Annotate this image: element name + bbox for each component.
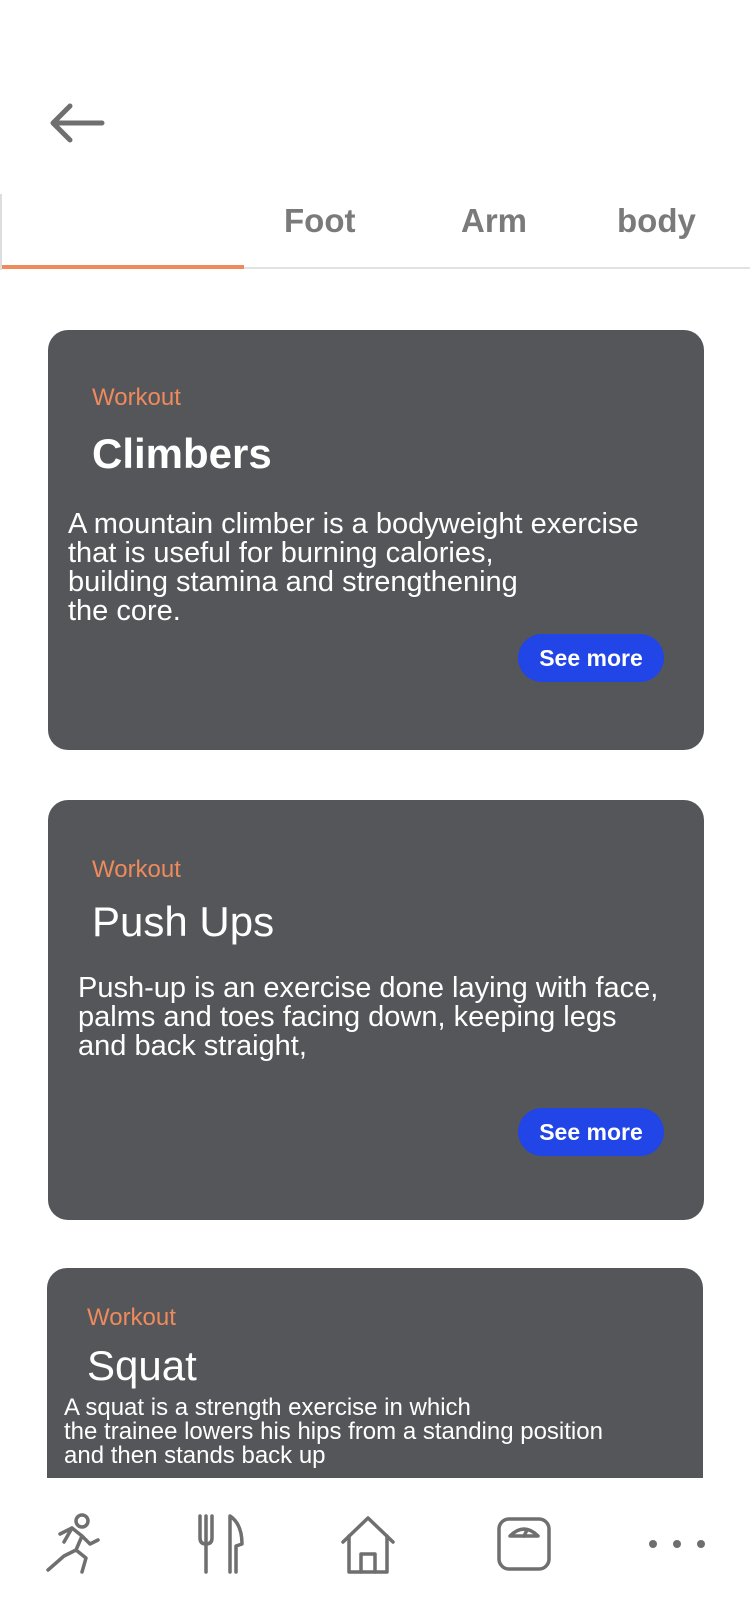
running-icon	[46, 1513, 100, 1574]
nav-workout[interactable]	[42, 1512, 102, 1576]
card-title: Climbers	[92, 430, 272, 477]
card-tag: Workout	[87, 1304, 176, 1331]
nav-food[interactable]	[196, 1512, 246, 1576]
workout-card-climbers: Workout Climbers A mountain climber is a…	[48, 330, 704, 750]
see-more-button[interactable]: See more	[518, 634, 664, 682]
fork-knife-icon	[198, 1514, 244, 1574]
scale-icon	[497, 1517, 551, 1571]
workout-card-squat: Workout Squat A squat is a strength exer…	[47, 1268, 703, 1478]
tab-body[interactable]: body	[617, 198, 696, 244]
tab-active-indicator	[2, 265, 244, 269]
workout-card-push-ups: Workout Push Ups Push-up is an exercise …	[48, 800, 704, 1220]
card-description: A mountain climber is a bodyweight exerc…	[68, 508, 639, 627]
card-description: Push-up is an exercise done laying with …	[78, 972, 659, 1062]
card-title: Squat	[87, 1342, 197, 1389]
tab-bar: Foot Arm body	[0, 176, 750, 270]
more-icon	[649, 1540, 705, 1548]
tab-arm[interactable]: Arm	[461, 198, 527, 244]
see-more-button[interactable]: See more	[518, 1108, 664, 1156]
back-button[interactable]	[46, 98, 108, 148]
card-description: A squat is a strength exercise in which …	[64, 1394, 603, 1469]
card-tag: Workout	[92, 856, 181, 883]
tab-foot[interactable]: Foot	[284, 198, 355, 244]
arrow-left-icon	[50, 103, 105, 143]
nav-more[interactable]	[646, 1512, 708, 1576]
card-tag: Workout	[92, 384, 181, 411]
nav-scale[interactable]	[496, 1512, 552, 1576]
bottom-navigation	[0, 1478, 750, 1624]
home-icon	[341, 1516, 395, 1574]
nav-home[interactable]	[340, 1512, 396, 1576]
tab-divider	[0, 194, 2, 270]
card-title: Push Ups	[92, 898, 275, 945]
